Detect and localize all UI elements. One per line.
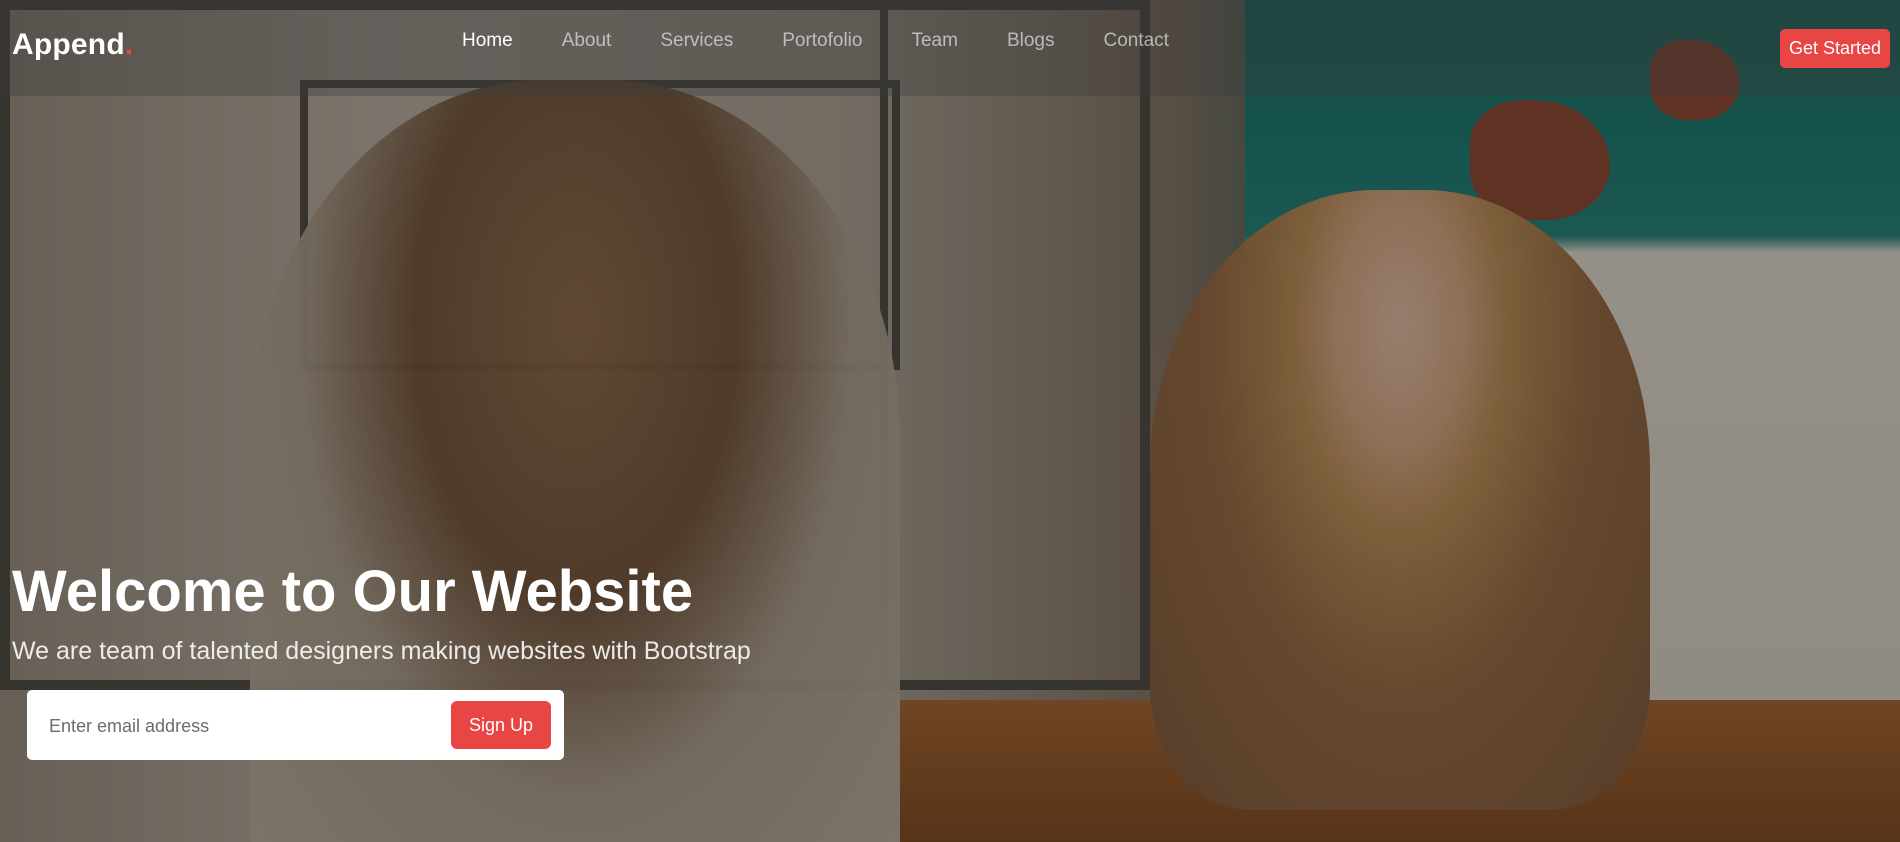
nav-item-contact[interactable]: Contact bbox=[1103, 30, 1168, 52]
nav-item-about[interactable]: About bbox=[562, 30, 612, 52]
signup-form: Sign Up bbox=[27, 690, 564, 760]
hero-section: Append. Home About Services Portofolio T… bbox=[0, 0, 1900, 842]
brand-name: Append bbox=[12, 28, 125, 61]
nav-item-services[interactable]: Services bbox=[660, 30, 733, 52]
site-header: Append. Home About Services Portofolio T… bbox=[0, 0, 1900, 96]
main-nav: Home About Services Portofolio Team Blog… bbox=[462, 30, 1218, 52]
nav-item-home[interactable]: Home bbox=[462, 30, 513, 52]
get-started-button[interactable]: Get Started bbox=[1780, 29, 1890, 68]
brand-logo[interactable]: Append. bbox=[12, 28, 133, 62]
sign-up-button[interactable]: Sign Up bbox=[451, 701, 551, 749]
nav-item-portofolio[interactable]: Portofolio bbox=[782, 30, 862, 52]
hero-subtitle: We are team of talented designers making… bbox=[12, 637, 751, 665]
hero-title: Welcome to Our Website bbox=[12, 559, 694, 624]
brand-dot: . bbox=[124, 28, 134, 61]
nav-item-team[interactable]: Team bbox=[911, 30, 957, 52]
nav-item-blogs[interactable]: Blogs bbox=[1007, 30, 1055, 52]
email-input[interactable] bbox=[47, 706, 451, 746]
